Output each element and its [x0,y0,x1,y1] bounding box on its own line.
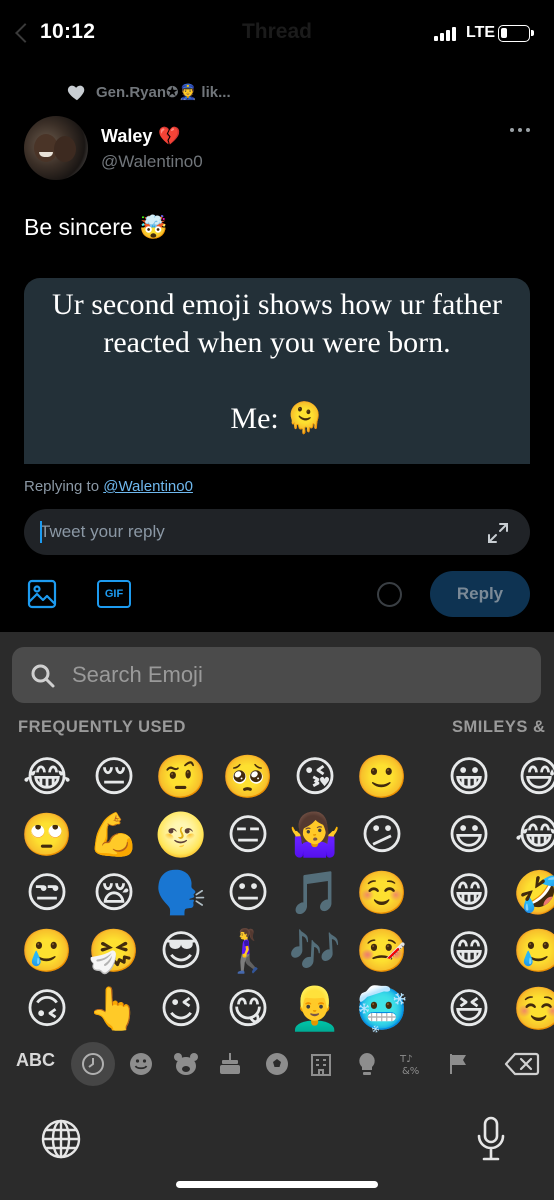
emoji-key[interactable]: 🎶 [286,922,344,980]
microphone-icon[interactable] [476,1116,506,1162]
emoji-key[interactable]: 😘 [286,748,344,806]
emoji-key[interactable]: 😀 [440,748,498,806]
text-cursor [40,521,42,543]
emoji-key[interactable]: 👱‍♂️ [286,980,344,1038]
emoji-key[interactable]: 😁 [440,864,498,922]
emoji-key[interactable]: 🤧 [85,922,143,980]
emoji-key[interactable]: 🤨 [152,748,210,806]
ball-icon[interactable] [257,1044,297,1084]
avatar[interactable] [24,116,88,180]
emoji-key[interactable]: 🌝 [152,806,210,864]
heart-icon [67,85,85,101]
social-context-text: Gen.Ryan✪👮 lik... [96,84,231,101]
emoji-key[interactable]: 😑 [219,806,277,864]
emoji-key[interactable]: 😒 [18,864,76,922]
svg-text:T♪: T♪ [399,1054,413,1065]
social-context[interactable]: Gen.Ryan✪👮 lik... [66,80,231,104]
signal-icon [434,27,460,41]
status-bar: 10:12 Thread LTE [0,0,554,64]
quote-text: Ur second emoji shows how ur father reac… [52,288,502,435]
svg-text:&%: &% [402,1066,419,1077]
emoji-key[interactable]: ☺️ [353,864,411,922]
search-emoji-field[interactable] [12,647,541,703]
tweet-text: Be sincere 🤯 [24,214,168,240]
emoji-key[interactable]: 🥲 [510,922,554,980]
emoji-key[interactable]: 😁 [440,922,498,980]
more-options-icon[interactable] [510,128,530,132]
emoji-key[interactable]: 🤷‍♀️ [286,806,344,864]
network-label: LTE [466,24,496,41]
quote-image[interactable]: Ur second emoji shows how ur father reac… [24,278,530,464]
emoji-category-bar: ABC T♪ &% [0,1036,554,1086]
broken-heart-icon: 💔 [158,126,181,146]
building-icon[interactable] [301,1044,341,1084]
emoji-key[interactable]: 🙂 [353,748,411,806]
reply-input[interactable] [24,509,530,555]
emoji-key[interactable]: 🥶 [353,980,411,1038]
emoji-key[interactable]: 😅 [510,748,554,806]
emoji-key[interactable]: 😔 [85,748,143,806]
abc-key[interactable]: ABC [16,1050,55,1071]
author-name-text: Waley [101,126,153,146]
search-emoji-input[interactable] [72,647,522,703]
section-smileys: SMILEYS & [452,718,546,736]
emoji-key[interactable]: 🥲 [18,922,76,980]
bear-icon[interactable] [166,1044,206,1084]
smiley-icon[interactable] [121,1044,161,1084]
emoji-key[interactable]: 🥺 [219,748,277,806]
home-indicator [176,1181,378,1188]
emoji-key[interactable]: 👆 [85,980,143,1038]
emoji-key[interactable]: 😆 [440,980,498,1038]
emoji-key[interactable]: ☺️ [510,980,554,1038]
food-icon[interactable] [210,1044,250,1084]
clock-icon[interactable] [71,1042,115,1086]
battery-icon [498,25,534,42]
emoji-key[interactable]: 😪 [85,864,143,922]
emoji-key[interactable]: 🤒 [353,922,411,980]
emoji-key[interactable]: 😃 [440,806,498,864]
emoji-key[interactable]: 🙄 [18,806,76,864]
symbols-icon[interactable]: T♪ &% [393,1044,433,1084]
section-frequently-used: FREQUENTLY USED [18,718,186,736]
bulb-icon[interactable] [347,1044,387,1084]
emoji-key[interactable]: 😉 [152,980,210,1038]
emoji-grid: 😂 😔 🤨 🥺 😘 🙂 😀 😅 🙄 💪 🌝 😑 🤷‍♀️ 😕 😃 😂 😒 😪 🗣️ 😐 🎵 ☺️ 😁 🤣 🥲 🤧 😎 🚶‍♀️ 🎶 🤒 😁 🥲… [0,748,554,1038]
author-name[interactable]: Waley 💔 [101,126,181,147]
replying-to-handle[interactable]: @Walentino0 [103,478,193,495]
gif-button[interactable]: GIF [97,580,131,608]
flag-icon[interactable] [438,1044,478,1084]
emoji-key[interactable]: 🗣️ [152,864,210,922]
emoji-key[interactable]: 😂 [18,748,76,806]
emoji-key[interactable]: 🙃 [18,980,76,1038]
emoji-key[interactable]: 💪 [85,806,143,864]
author-handle[interactable]: @Walentino0 [101,152,203,172]
character-count-icon [377,582,402,607]
emoji-key[interactable]: 🤣 [510,864,554,922]
emoji-key[interactable]: 😐 [219,864,277,922]
emoji-key[interactable]: 😂 [510,806,554,864]
delete-icon[interactable] [498,1044,546,1084]
image-icon[interactable] [26,578,58,610]
emoji-key[interactable]: 😋 [219,980,277,1038]
replying-to: Replying to @Walentino0 [24,478,193,495]
emoji-keyboard: FREQUENTLY USED SMILEYS & 😂😔🤨🥺😘🙂😀😅🙄💪🌝😑🤷‍… [0,632,554,1200]
emoji-key[interactable]: 🎵 [286,864,344,922]
emoji-key[interactable]: 😕 [353,806,411,864]
search-icon [31,664,55,688]
emoji-key[interactable]: 🚶‍♀️ [219,922,277,980]
globe-icon[interactable] [40,1118,82,1160]
expand-icon[interactable] [486,521,510,545]
emoji-key[interactable]: 😎 [152,922,210,980]
replying-to-label: Replying to [24,478,100,495]
reply-button[interactable]: Reply [430,571,530,617]
